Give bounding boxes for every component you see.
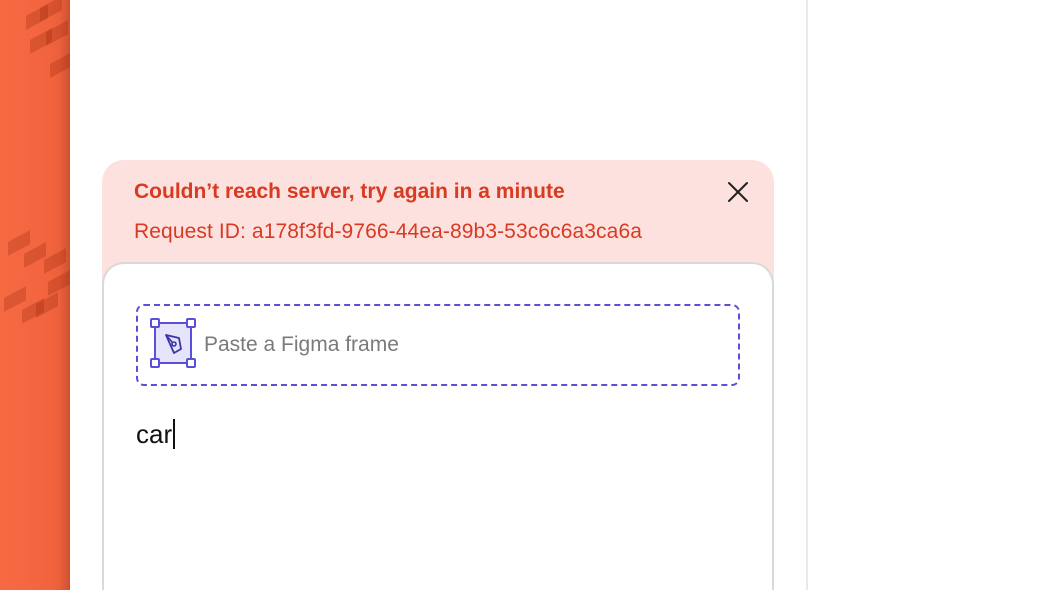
figma-frame-input[interactable]: Paste a Figma frame [136, 304, 740, 386]
error-request-id: Request ID: a178f3fd-9766-44ea-89b3-53c6… [134, 220, 642, 243]
figma-input-placeholder: Paste a Figma frame [204, 333, 399, 356]
panel-divider [806, 0, 808, 590]
close-button[interactable] [724, 178, 752, 206]
background-pattern [0, 0, 70, 590]
figma-frame-icon [150, 318, 196, 368]
prompt-text: car [136, 418, 173, 449]
app-window: Couldn’t reach server, try again in a mi… [0, 0, 1044, 590]
close-icon [728, 182, 748, 202]
text-caret [173, 419, 176, 449]
prompt-card: Paste a Figma frame car [102, 262, 774, 590]
error-title: Couldn’t reach server, try again in a mi… [134, 180, 565, 203]
prompt-input[interactable]: car [136, 414, 736, 454]
